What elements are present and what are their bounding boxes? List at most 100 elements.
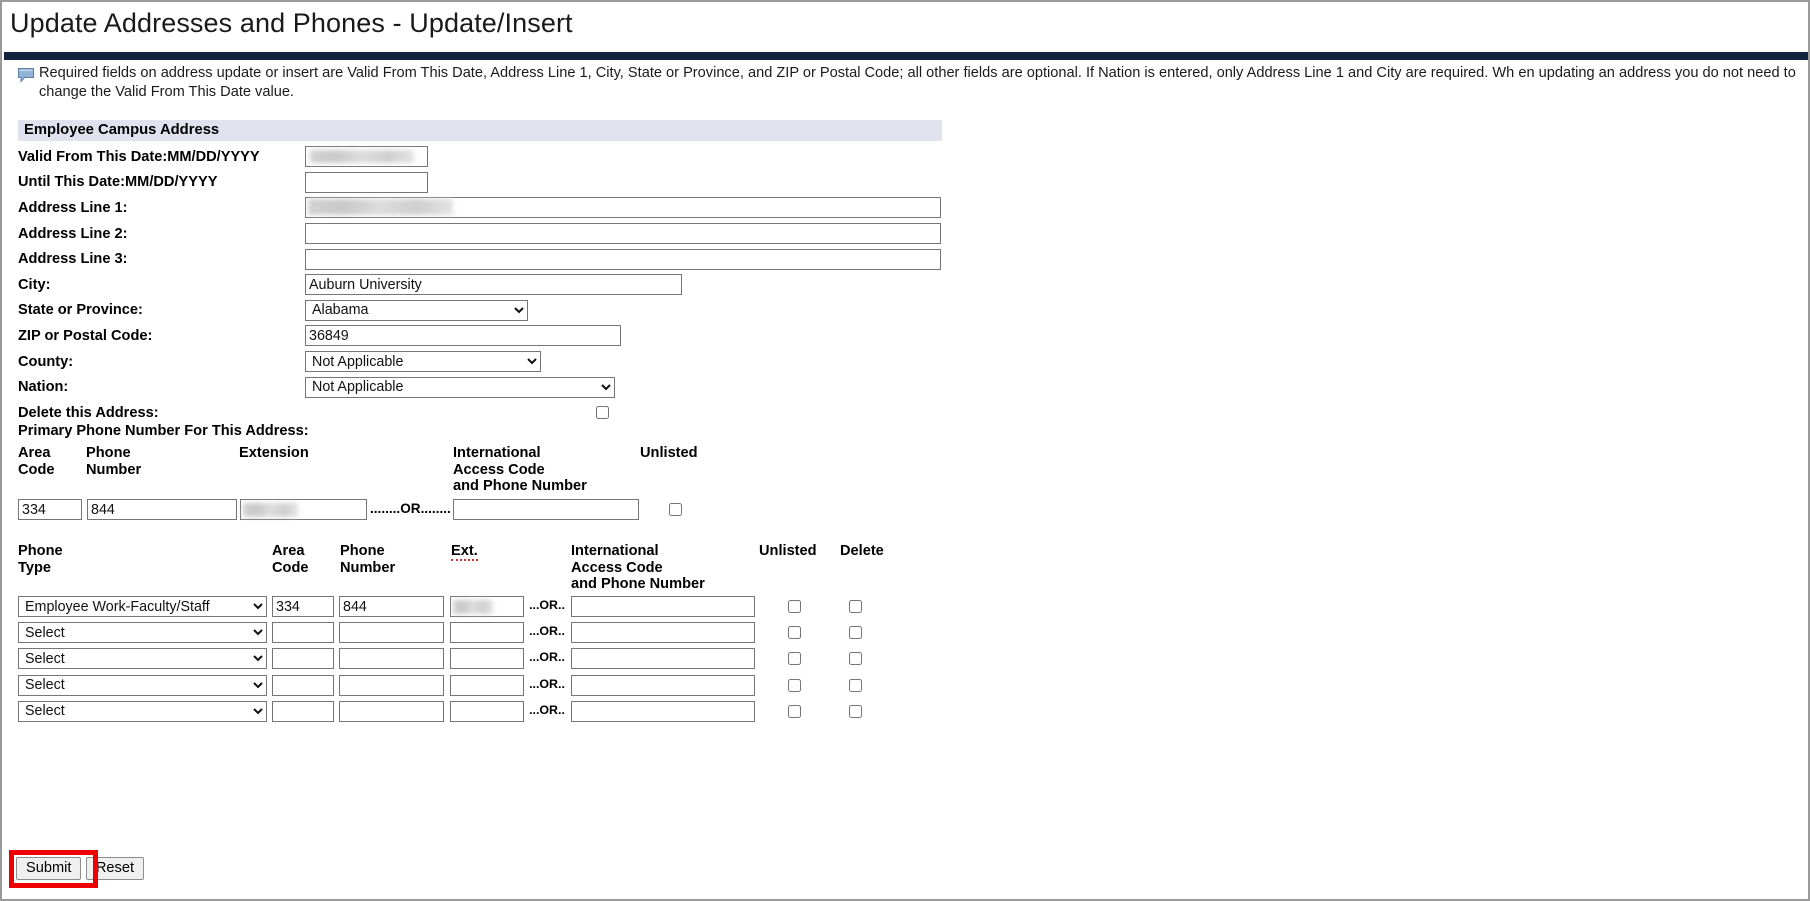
phone-row-phone-number-input[interactable] <box>339 700 444 722</box>
phone-row-unlisted-checkbox[interactable] <box>788 652 801 666</box>
pt-phone-header-line2: Number <box>340 559 396 576</box>
primary-phone-number-input[interactable] <box>87 499 237 520</box>
address-line-1-input[interactable] <box>305 197 941 219</box>
field-row-valid-from: Valid From This Date:MM/DD/YYYY <box>18 144 1018 170</box>
field-row-delete-address: Delete this Address: <box>18 400 1018 426</box>
state-or-province-label: State or Province: <box>18 302 143 319</box>
primary-unlisted-header: Unlisted <box>640 445 698 461</box>
phone-row-ext-input[interactable] <box>450 674 524 696</box>
pt-intl-header-line2: Access Code <box>571 559 663 576</box>
form-button-bar: Submit Reset <box>16 857 144 880</box>
phone-row-international-input[interactable] <box>571 700 755 722</box>
phone-row-delete-checkbox[interactable] <box>849 600 862 613</box>
phone-table-international-header: International Access Code and Phone Numb… <box>571 543 761 593</box>
phone-row-unlisted-checkbox[interactable] <box>788 704 801 718</box>
phone-type-header: Phone Type <box>18 543 63 576</box>
phone-type-select[interactable]: Select <box>18 622 267 644</box>
city-input[interactable] <box>305 274 682 296</box>
primary-phone-column-headers: Area Code Phone Number Extension Interna… <box>18 445 918 500</box>
phone-row-delete-checkbox[interactable] <box>849 678 862 692</box>
pt-area-header-line2: Code <box>272 559 309 576</box>
zip-or-postal-code-input[interactable] <box>305 325 621 347</box>
pt-area-header-line1: Area <box>272 543 305 559</box>
primary-area-header-line1: Area <box>18 445 51 461</box>
field-row-address-line-1: Address Line 1: <box>18 195 1018 221</box>
phone-table-unlisted-header: Unlisted <box>759 543 817 559</box>
phone-type-select[interactable]: Select <box>18 674 267 696</box>
phone-row-unlisted-checkbox[interactable] <box>788 678 801 692</box>
submit-button[interactable]: Submit <box>16 857 82 880</box>
phone-row-international-input[interactable] <box>571 596 755 617</box>
phone-table-delete-header: Delete <box>840 543 884 559</box>
address-line-3-input[interactable] <box>305 248 941 270</box>
phone-row-ext-input[interactable] <box>450 622 524 644</box>
valid-from-date-input[interactable] <box>305 146 428 168</box>
phone-type-select[interactable]: Select <box>18 648 267 670</box>
primary-area-code-input[interactable] <box>18 499 82 520</box>
section-header-band: Employee Campus Address <box>18 120 942 141</box>
phone-type-select[interactable]: Select <box>18 700 267 722</box>
pt-phone-header-line1: Phone <box>340 543 385 559</box>
primary-intl-header-line3: and Phone Number <box>453 478 587 495</box>
phone-row-phone-number-input[interactable] <box>339 674 444 696</box>
address-form: Valid From This Date:MM/DD/YYYY Until Th… <box>18 144 1018 426</box>
address-line-2-input[interactable] <box>305 223 941 245</box>
phone-row-or-separator: ...OR.. <box>529 676 565 691</box>
primary-intl-header-line2: Access Code <box>453 461 545 478</box>
field-row-until: Until This Date:MM/DD/YYYY <box>18 170 1018 196</box>
phone-row-international-input[interactable] <box>571 648 755 670</box>
field-row-county: County: Not Applicable <box>18 349 1018 375</box>
phone-row-delete-checkbox[interactable] <box>849 652 862 666</box>
phone-row-ext-input[interactable] <box>450 700 524 722</box>
field-row-address-line-2: Address Line 2: <box>18 221 1018 247</box>
primary-extension-input[interactable] <box>240 499 367 520</box>
callout-bubble-icon <box>18 68 34 88</box>
state-or-province-select[interactable]: Alabama <box>305 299 528 321</box>
phone-row-phone-number-input[interactable] <box>339 648 444 670</box>
field-row-address-line-3: Address Line 3: <box>18 246 1018 272</box>
nation-select[interactable]: Not Applicable <box>305 376 615 398</box>
field-row-city: City: <box>18 272 1018 298</box>
primary-phone-header-line1: Phone <box>86 445 131 461</box>
primary-extension-header: Extension <box>239 445 309 461</box>
page-root: Update Addresses and Phones - Update/Ins… <box>0 0 1810 901</box>
primary-phone-header-line2: Number <box>86 461 142 478</box>
info-note-text: Required fields on address update or ins… <box>39 65 1796 100</box>
phone-row-area-code-input[interactable] <box>272 648 334 670</box>
primary-unlisted-checkbox[interactable] <box>669 503 682 516</box>
phone-row-international-input[interactable] <box>571 674 755 696</box>
phone-row-or-separator: ...OR.. <box>529 598 565 612</box>
phone-row-ext-input[interactable] <box>450 648 524 670</box>
phone-row-unlisted-checkbox[interactable] <box>788 626 801 640</box>
pt-ext-header-text: Ext. <box>451 543 478 561</box>
phone-type-select[interactable]: Employee Work-Faculty/Staff <box>18 596 267 617</box>
header-rule-bar <box>4 52 1808 60</box>
phone-row-area-code-input[interactable] <box>272 622 334 644</box>
until-date-label: Until This Date:MM/DD/YYYY <box>18 174 218 191</box>
phone-row-delete-checkbox[interactable] <box>849 704 862 718</box>
delete-this-address-checkbox[interactable] <box>596 406 609 420</box>
city-label: City: <box>18 276 51 293</box>
primary-or-separator: ........OR........ <box>370 501 451 516</box>
county-select[interactable]: Not Applicable <box>305 351 541 373</box>
primary-international-header: International Access Code and Phone Numb… <box>453 445 643 495</box>
field-row-nation: Nation: Not Applicable <box>18 374 1018 400</box>
phone-row-area-code-input[interactable] <box>272 674 334 696</box>
primary-international-input[interactable] <box>453 499 639 520</box>
phone-row-phone-number-input[interactable] <box>339 622 444 644</box>
address-line-1-label: Address Line 1: <box>18 199 128 216</box>
address-line-3-label: Address Line 3: <box>18 251 128 268</box>
phone-row-international-input[interactable] <box>571 622 755 644</box>
reset-button[interactable]: Reset <box>85 857 144 880</box>
phone-row-unlisted-checkbox[interactable] <box>788 600 801 613</box>
primary-phone-number-header: Phone Number <box>86 445 206 478</box>
phone-row-area-code-input[interactable] <box>272 596 334 617</box>
pt-intl-header-line1: International <box>571 543 659 559</box>
address-line-2-label: Address Line 2: <box>18 225 128 242</box>
phone-row-ext-input[interactable] <box>450 596 524 617</box>
until-date-input[interactable] <box>305 171 428 193</box>
phone-row-or-separator: ...OR.. <box>529 624 565 639</box>
phone-row-phone-number-input[interactable] <box>339 596 444 617</box>
phone-row-area-code-input[interactable] <box>272 700 334 722</box>
phone-row-delete-checkbox[interactable] <box>849 626 862 640</box>
